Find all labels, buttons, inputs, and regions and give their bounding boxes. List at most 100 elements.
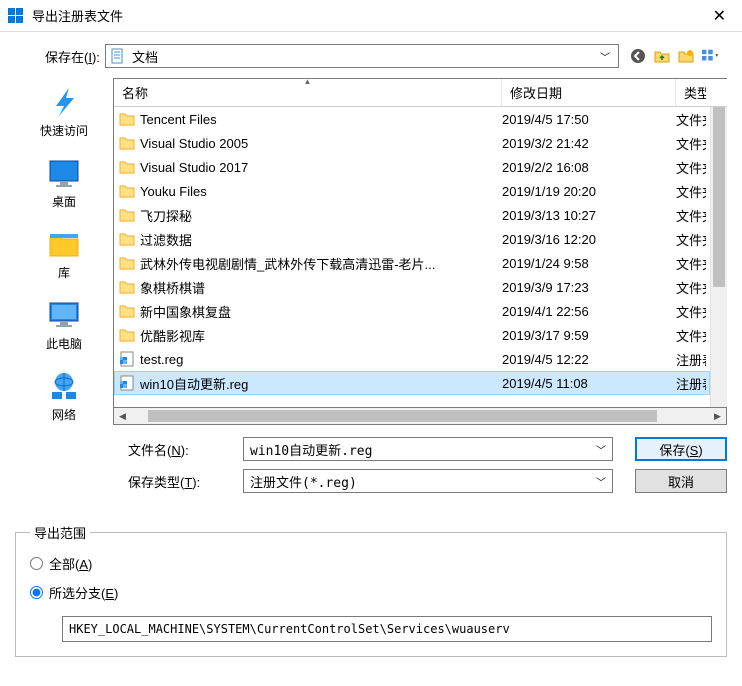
sort-asc-icon: ▲ xyxy=(304,77,312,86)
file-type: 注册表项 xyxy=(676,374,706,393)
folder-icon xyxy=(118,206,136,224)
file-row[interactable]: Visual Studio 20052019/3/2 21:42文件夹 xyxy=(114,131,710,155)
file-row[interactable]: 过滤数据2019/3/16 12:20文件夹 xyxy=(114,227,710,251)
file-name: Youku Files xyxy=(140,184,502,199)
file-date: 2019/3/13 10:27 xyxy=(502,208,676,223)
sidebar-item-desktop[interactable]: 桌面 xyxy=(44,157,84,210)
file-type: 文件夹 xyxy=(676,110,706,129)
sidebar-item-quickaccess[interactable]: 快速访问 xyxy=(40,86,88,139)
save-button[interactable]: 保存(S) xyxy=(635,437,727,461)
file-type: 注册表项 xyxy=(676,350,706,369)
file-type: 文件夹 xyxy=(676,278,706,297)
column-name[interactable]: 名称▲ xyxy=(114,79,502,106)
scroll-left-button[interactable]: ◀ xyxy=(114,408,131,424)
file-date: 2019/1/24 9:58 xyxy=(502,256,676,271)
file-type: 文件夹 xyxy=(676,182,706,201)
radio-all[interactable] xyxy=(30,557,43,570)
file-row[interactable]: 飞刀探秘2019/3/13 10:27文件夹 xyxy=(114,203,710,227)
network-icon xyxy=(44,370,84,402)
cancel-button[interactable]: 取消 xyxy=(635,469,727,493)
filename-label: 文件名(N): xyxy=(128,440,243,459)
folder-icon xyxy=(118,158,136,176)
file-date: 2019/1/19 20:20 xyxy=(502,184,676,199)
file-date: 2019/3/16 12:20 xyxy=(502,232,676,247)
horizontal-scrollbar[interactable]: ◀ ▶ xyxy=(113,408,727,425)
file-date: 2019/4/5 17:50 xyxy=(502,112,676,127)
folder-icon xyxy=(118,278,136,296)
vertical-scrollbar[interactable] xyxy=(710,107,727,407)
file-row[interactable]: 新中国象棋复盘2019/4/1 22:56文件夹 xyxy=(114,299,710,323)
view-menu-button[interactable] xyxy=(701,47,719,65)
sidebar-item-thispc[interactable]: 此电脑 xyxy=(44,299,84,352)
file-row[interactable]: 优酷影视库2019/3/17 9:59文件夹 xyxy=(114,323,710,347)
file-row[interactable]: Tencent Files2019/4/5 17:50文件夹 xyxy=(114,107,710,131)
titlebar: 导出注册表文件 ✕ xyxy=(0,0,742,32)
save-in-value: 文档 xyxy=(132,47,596,66)
file-date: 2019/4/5 12:22 xyxy=(502,352,676,367)
folder-icon xyxy=(118,182,136,200)
chevron-down-icon: ﹀ xyxy=(596,442,606,457)
branch-path-input[interactable] xyxy=(62,616,712,642)
export-range-group: 导出范围 全部(A) 所选分支(E) xyxy=(15,523,727,657)
file-name: Visual Studio 2005 xyxy=(140,136,502,151)
file-name: 武林外传电视剧剧情_武林外传下载高清迅雷-老片... xyxy=(140,254,502,273)
file-row[interactable]: Visual Studio 20172019/2/2 16:08文件夹 xyxy=(114,155,710,179)
file-type: 文件夹 xyxy=(676,134,706,153)
scroll-right-button[interactable]: ▶ xyxy=(709,408,726,424)
up-folder-button[interactable] xyxy=(653,47,671,65)
file-row[interactable]: 武林外传电视剧剧情_武林外传下载高清迅雷-老片...2019/1/24 9:58… xyxy=(114,251,710,275)
file-row[interactable]: 象棋桥棋谱2019/3/9 17:23文件夹 xyxy=(114,275,710,299)
back-button[interactable] xyxy=(629,47,647,65)
file-name: test.reg xyxy=(140,352,502,367)
save-in-combo[interactable]: 文档 ﹀ xyxy=(105,44,619,68)
radio-all-label[interactable]: 全部(A) xyxy=(49,554,92,573)
file-name: Tencent Files xyxy=(140,112,502,127)
export-range-legend: 导出范围 xyxy=(30,523,90,542)
sidebar-item-network[interactable]: 网络 xyxy=(44,370,84,423)
documents-icon xyxy=(110,48,126,64)
folder-icon xyxy=(118,230,136,248)
file-row[interactable]: Youku Files2019/1/19 20:20文件夹 xyxy=(114,179,710,203)
quickaccess-icon xyxy=(44,86,84,118)
regedit-icon xyxy=(8,8,24,24)
new-folder-button[interactable] xyxy=(677,47,695,65)
list-header: 名称▲ 修改日期 类型 xyxy=(114,79,727,107)
file-row[interactable]: win10自动更新.reg2019/4/5 11:08注册表项 xyxy=(114,371,710,395)
column-date[interactable]: 修改日期 xyxy=(502,79,676,106)
file-date: 2019/4/5 11:08 xyxy=(502,376,676,391)
sidebar-item-libraries[interactable]: 库 xyxy=(44,228,84,281)
file-name: 飞刀探秘 xyxy=(140,206,502,225)
file-type: 文件夹 xyxy=(676,230,706,249)
file-type: 文件夹 xyxy=(676,254,706,273)
file-row[interactable]: test.reg2019/4/5 12:22注册表项 xyxy=(114,347,710,371)
chevron-down-icon: ﹀ xyxy=(596,474,606,489)
file-type: 文件夹 xyxy=(676,158,706,177)
file-type: 文件夹 xyxy=(676,326,706,345)
filetype-label: 保存类型(T): xyxy=(128,472,243,491)
folder-icon xyxy=(118,326,136,344)
file-date: 2019/4/1 22:56 xyxy=(502,304,676,319)
file-name: 象棋桥棋谱 xyxy=(140,278,502,297)
folder-icon xyxy=(118,134,136,152)
radio-branch-label[interactable]: 所选分支(E) xyxy=(49,583,118,602)
filetype-combo[interactable]: 注册文件(*.reg) ﹀ xyxy=(243,469,613,493)
column-type[interactable]: 类型 xyxy=(676,79,706,106)
file-type: 文件夹 xyxy=(676,206,706,225)
file-date: 2019/2/2 16:08 xyxy=(502,160,676,175)
file-list: 名称▲ 修改日期 类型 Tencent Files2019/4/5 17:50文… xyxy=(113,78,727,408)
filename-input[interactable]: win10自动更新.reg ﹀ xyxy=(243,437,613,461)
chevron-down-icon: ﹀ xyxy=(596,49,614,64)
file-name: 优酷影视库 xyxy=(140,326,502,345)
folder-icon xyxy=(118,254,136,272)
file-date: 2019/3/2 21:42 xyxy=(502,136,676,151)
close-button[interactable]: ✕ xyxy=(705,6,734,26)
radio-branch[interactable] xyxy=(30,586,43,599)
file-date: 2019/3/17 9:59 xyxy=(502,328,676,343)
file-name: 过滤数据 xyxy=(140,230,502,249)
desktop-icon xyxy=(44,157,84,189)
window-title: 导出注册表文件 xyxy=(32,6,705,25)
file-name: win10自动更新.reg xyxy=(140,374,502,393)
file-type: 文件夹 xyxy=(676,302,706,321)
regfile-icon xyxy=(118,350,136,368)
thispc-icon xyxy=(44,299,84,331)
